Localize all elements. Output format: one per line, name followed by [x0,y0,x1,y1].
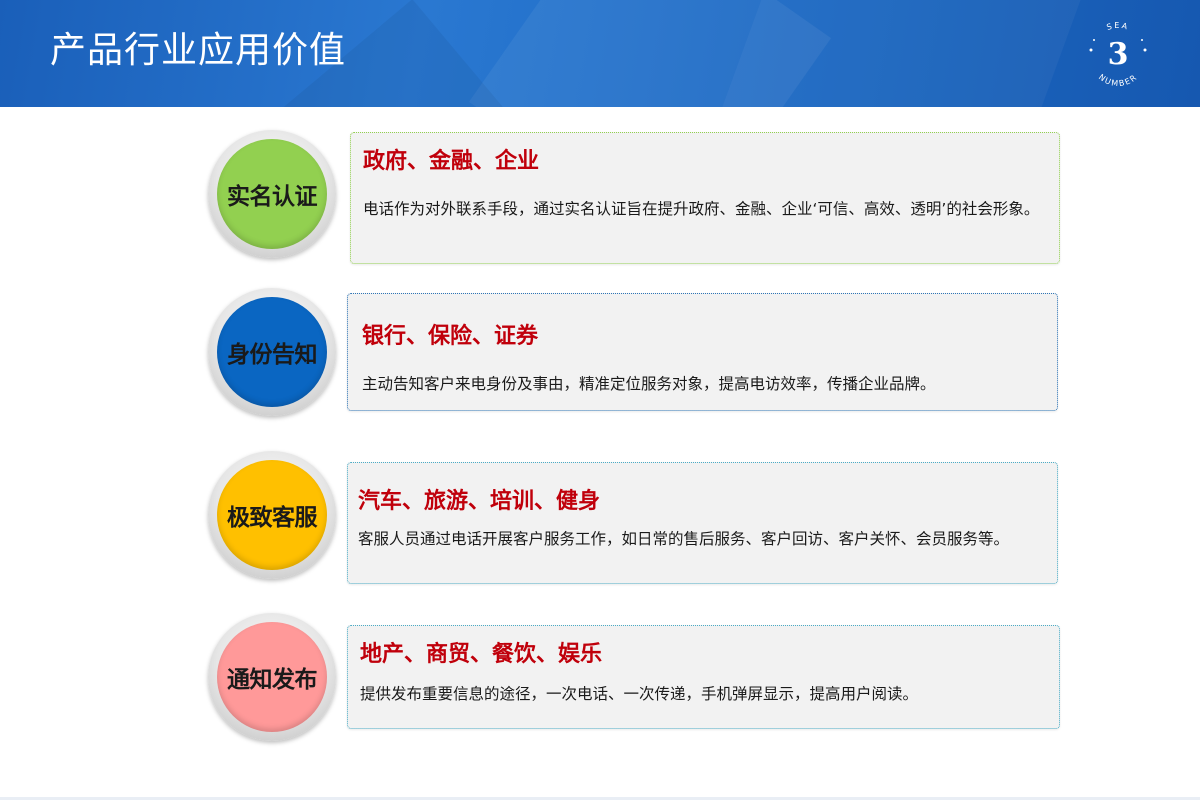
page-title: 产品行业应用价值 [50,30,347,71]
header-bar: 产品行业应用价值 SEA NUMBER 3 [0,0,1200,107]
card-title: 银行、保险、证券 [362,324,539,349]
card-identity: 银行、保险、证券 主动告知客户来电身份及事由，精准定位服务对象，提高电访效率，传… [347,293,1058,411]
svg-text:SEA: SEA [1106,21,1131,32]
sea-number-logo-icon: SEA NUMBER 3 [1089,21,1147,88]
badge-label: 实名认证 [217,139,327,249]
badge-label: 身份告知 [217,297,327,407]
card-description: 提供发布重要信息的途径，一次电话、一次传递，手机弹屏显示，提高用户阅读。 [360,685,919,703]
badge-identity: 身份告知 [208,288,336,416]
badge-label: 通知发布 [217,622,327,732]
card-real-name: 政府、金融、企业 电话作为对外联系手段，通过实名认证旨在提升政府、金融、企业‘可… [350,132,1060,264]
card-customer-service: 汽车、旅游、培训、健身 客服人员通过电话开展客户服务工作，如日常的售后服务、客户… [347,462,1058,584]
logo-top-text: SEA [1106,21,1129,32]
card-description: 客服人员通过电话开展客户服务工作，如日常的售后服务、客户回访、客户关怀、会员服务… [358,530,1010,548]
card-title: 汽车、旅游、培训、健身 [358,489,601,514]
card-title: 地产、商贸、餐饮、娱乐 [360,642,603,667]
card-description: 电话作为对外联系手段，通过实名认证旨在提升政府、金融、企业‘可信、高效、透明’的… [363,200,1040,218]
logo-bottom-text: NUMBER [1097,72,1138,88]
badge-customer-service: 极致客服 [208,451,336,579]
badge-real-name: 实名认证 [208,130,336,258]
card-notification: 地产、商贸、餐饮、娱乐 提供发布重要信息的途径，一次电话、一次传递，手机弹屏显示… [347,625,1060,729]
badge-label: 极致客服 [217,460,327,570]
card-description: 主动告知客户来电身份及事由，精准定位服务对象，提高电访效率，传播企业品牌。 [362,375,936,393]
logo-glyph: 3 [1108,37,1129,72]
card-title: 政府、金融、企业 [363,149,540,174]
badge-notification: 通知发布 [208,613,336,741]
svg-text:NUMBER: NUMBER [1097,72,1139,88]
